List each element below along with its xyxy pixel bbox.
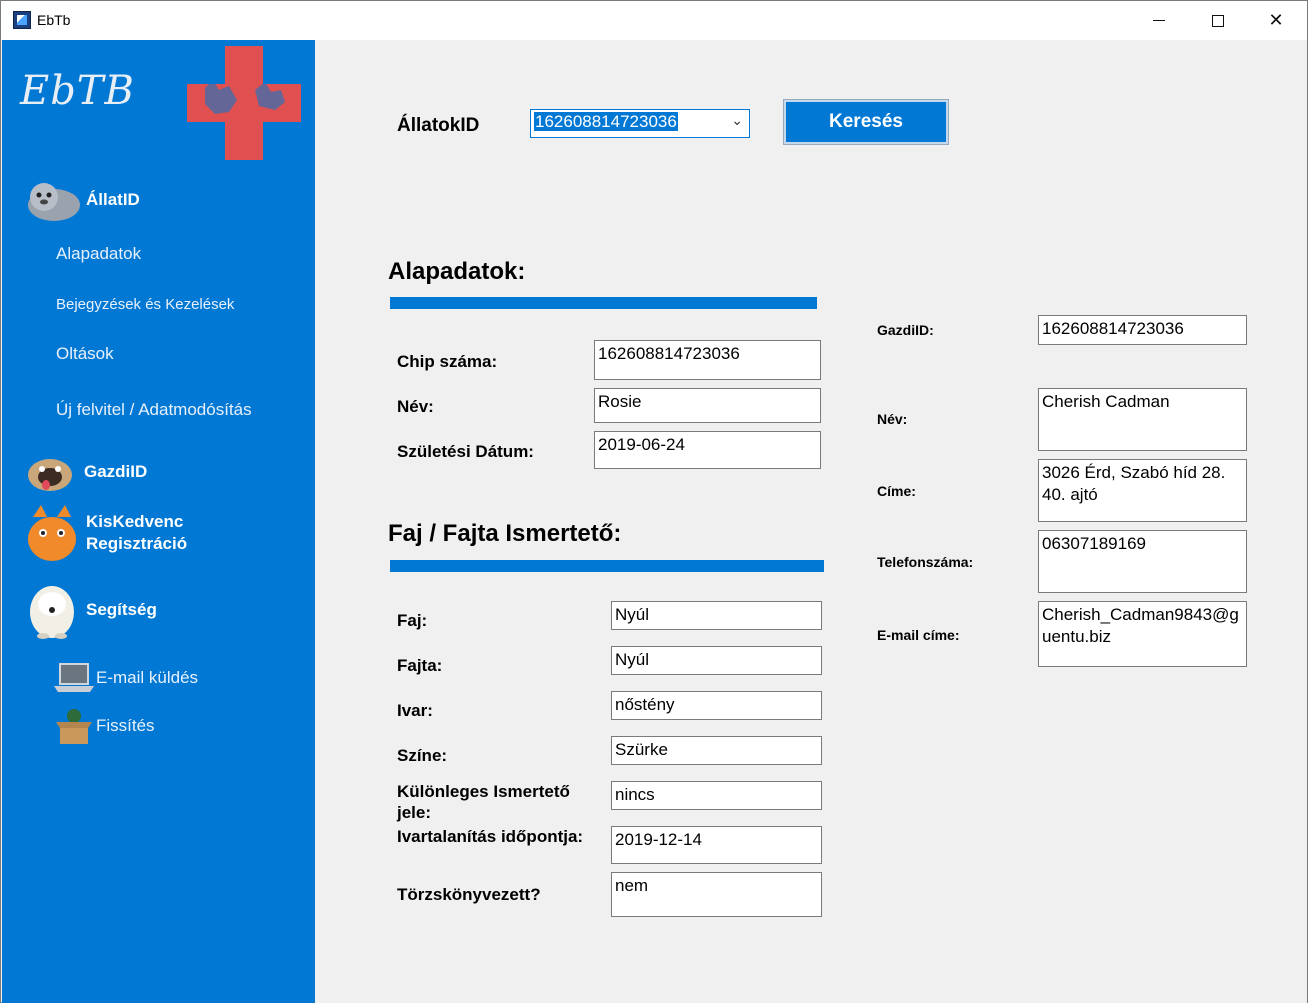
torzskonyvezett-field[interactable]: nem	[611, 872, 822, 917]
chip-label: Chip száma:	[397, 352, 498, 371]
email-send-item[interactable]: E-mail küldés	[54, 660, 198, 696]
ivar-field[interactable]: nőstény	[611, 691, 822, 720]
szine-field[interactable]: Szürke	[611, 736, 822, 765]
refresh-item[interactable]: Fissítés	[54, 708, 155, 744]
close-icon: ✕	[1268, 10, 1284, 31]
alapadatok-heading: Alapadatok:	[388, 258, 526, 285]
nav-bejegyzesek[interactable]: Bejegyzések és Kezelések	[56, 296, 234, 313]
seal-animal-icon	[22, 172, 82, 228]
close-button[interactable]: ✕	[1247, 1, 1305, 40]
nav-kiskedvenc-line1: KisKedvenc	[86, 512, 184, 531]
nav-kiskedvenc[interactable]: KisKedvenc Regisztráció	[2, 502, 187, 564]
nev-field[interactable]: Rosie	[594, 388, 821, 423]
laptop-icon	[54, 660, 94, 696]
maximize-button[interactable]	[1189, 1, 1247, 40]
allatok-id-label: ÁllatokID	[397, 115, 480, 136]
logo-text: EbTB	[20, 68, 135, 114]
nav-gazdi-id[interactable]: GazdiID	[2, 444, 147, 500]
nav-kiskedvenc-line2: Regisztráció	[86, 534, 188, 553]
gazdi-email-field[interactable]: Cherish_Cadman9843@guentu.biz	[1038, 601, 1247, 667]
nav-segitseg-label: Segítség	[86, 600, 157, 619]
alapadatok-divider	[390, 297, 817, 309]
app-icon	[13, 11, 31, 29]
gazdi-cime-label: Címe:	[877, 483, 916, 499]
chevron-down-icon[interactable]: ⌄	[731, 113, 743, 129]
box-cat-icon	[54, 708, 94, 744]
nav-oltasok[interactable]: Oltások	[56, 344, 114, 364]
ivartalanitas-label: Ivartalanítás időpontja:	[397, 827, 584, 846]
vet-cross-logo-icon	[187, 46, 301, 160]
allatok-id-combobox[interactable]: 162608814723036 ⌄	[530, 109, 750, 138]
gazdi-nev-label: Név:	[877, 411, 908, 427]
nev-label: Név:	[397, 397, 434, 416]
orange-cat-icon	[22, 502, 82, 564]
kulonleges-field[interactable]: nincs	[611, 781, 822, 810]
kulonleges-label: Különleges Ismertető jele:	[397, 782, 570, 822]
fajta-label: Fajta:	[397, 656, 443, 675]
minimize-icon	[1153, 20, 1165, 21]
gazdi-telefon-label: Telefonszáma:	[877, 554, 974, 570]
nav-segitseg[interactable]: Segítség	[2, 578, 157, 642]
allatok-id-selected: 162608814723036	[534, 112, 678, 131]
nav-allat-id-label: ÁllatID	[86, 190, 140, 209]
window-title: EbTb	[37, 12, 71, 28]
gazdi-id-field[interactable]: 162608814723036	[1038, 315, 1247, 345]
szine-label: Színe:	[397, 746, 448, 765]
gazdi-telefon-field[interactable]: 06307189169	[1038, 530, 1247, 593]
szuletesi-datum-label: Születési Dátum:	[397, 442, 534, 461]
szuletesi-datum-field[interactable]: 2019-06-24	[594, 431, 821, 469]
torzskonyvezett-label: Törzskönyvezett?	[397, 885, 541, 904]
fajta-field[interactable]: Nyúl	[611, 646, 822, 675]
gazdi-id-label: GazdiID:	[877, 322, 934, 338]
email-send-label: E-mail küldés	[96, 668, 199, 687]
sidebar: EbTB ÁllatID Alapadatok Bejegyzések és K…	[2, 40, 315, 1003]
nav-uj-felvitel[interactable]: Új felvitel / Adatmodósítás	[56, 400, 252, 420]
nav-kiskedvenc-label: KisKedvenc Regisztráció	[86, 511, 187, 555]
faj-field[interactable]: Nyúl	[611, 601, 822, 630]
app-window: EbTb ✕ EbTB ÁllatID Alapadatok Bejegyzés…	[0, 0, 1308, 1003]
refresh-label: Fissítés	[96, 716, 155, 735]
gazdi-cime-field[interactable]: 3026 Érd, Szabó híd 28. 40. ajtó	[1038, 459, 1247, 522]
faj-label: Faj:	[397, 611, 428, 630]
gazdi-nev-field[interactable]: Cherish Cadman	[1038, 388, 1247, 451]
main-panel: ÁllatokID 162608814723036 ⌄ Keresés Alap…	[315, 40, 1307, 1003]
nav-gazdi-id-label: GazdiID	[84, 462, 148, 481]
ivar-label: Ivar:	[397, 701, 433, 720]
nav-alapadatok[interactable]: Alapadatok	[56, 244, 141, 264]
ivartalanitas-field[interactable]: 2019-12-14	[611, 826, 822, 864]
title-bar: EbTb ✕	[1, 1, 1307, 40]
pug-dog-icon	[20, 444, 80, 500]
fajta-heading: Faj / Fajta Ismertető:	[388, 520, 622, 547]
gazdi-email-label: E-mail címe:	[877, 627, 960, 643]
minimize-button[interactable]	[1130, 1, 1188, 40]
nav-allat-id[interactable]: ÁllatID	[2, 172, 140, 228]
maximize-icon	[1212, 14, 1224, 27]
fajta-divider	[390, 560, 824, 572]
chip-field[interactable]: 162608814723036	[594, 340, 821, 380]
search-button[interactable]: Keresés	[783, 99, 949, 145]
sheepdog-icon	[22, 578, 82, 642]
